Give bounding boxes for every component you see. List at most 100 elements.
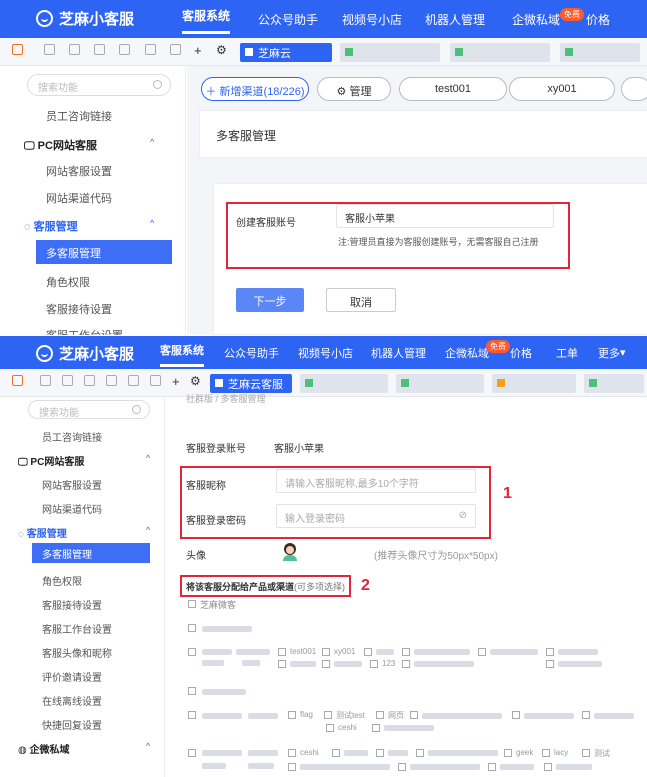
channel-checkbox[interactable] xyxy=(288,711,296,719)
sidebar-item[interactable]: 网站客服设置 xyxy=(42,477,102,492)
channel-checkbox[interactable] xyxy=(488,763,496,771)
channel-checkbox[interactable] xyxy=(376,711,384,719)
sidebar-item[interactable]: 网站渠道代码 xyxy=(46,190,112,206)
chevron-up-icon[interactable]: ^ xyxy=(146,741,150,751)
next-button[interactable]: 下一步 xyxy=(236,288,304,312)
sidebar-item[interactable]: 客服工作台设置 xyxy=(46,327,123,335)
tab-tool-icon[interactable] xyxy=(150,375,161,386)
tab-tool-icon[interactable] xyxy=(84,375,95,386)
channel-checkbox[interactable] xyxy=(288,763,296,771)
sidebar-search[interactable]: 搜索功能 xyxy=(27,74,171,96)
tab-tool-icon[interactable] xyxy=(40,375,51,386)
nav-robot[interactable]: 机器人管理 xyxy=(425,0,485,38)
tab-blurred[interactable] xyxy=(492,374,576,393)
tab-blurred[interactable] xyxy=(560,43,640,62)
channel-checkbox[interactable] xyxy=(376,749,384,757)
tab-tool-icon[interactable] xyxy=(12,375,23,386)
tab-tool-icon[interactable] xyxy=(128,375,139,386)
nav-video-shop[interactable]: 视频号小店 xyxy=(298,336,353,369)
sidebar-group-pc[interactable]: 🖵 PC网站客服 xyxy=(24,137,97,153)
product-checkbox[interactable] xyxy=(188,749,196,757)
channel-checkbox[interactable] xyxy=(542,749,550,757)
sidebar-group-service[interactable]: ◌ 客服管理 xyxy=(24,218,78,234)
tab-blurred[interactable] xyxy=(396,374,484,393)
sidebar-group-pc[interactable]: 🖵 PC网站客服 xyxy=(18,453,84,468)
sidebar-item[interactable]: 客服头像和昵称 xyxy=(42,645,112,660)
channel-checkbox[interactable] xyxy=(372,724,380,732)
nav-price[interactable]: 价格 xyxy=(586,0,610,38)
brand-logo[interactable]: 芝麻小客服 xyxy=(36,8,134,29)
channel-checkbox[interactable] xyxy=(546,648,554,656)
add-tab-icon[interactable]: + xyxy=(194,43,202,58)
channel-checkbox[interactable] xyxy=(402,660,410,668)
tab-tool-icon[interactable] xyxy=(94,44,105,55)
sidebar-group-service[interactable]: ◌ 客服管理 xyxy=(18,525,67,540)
settings-icon[interactable]: ⚙ xyxy=(190,374,201,388)
product-checkbox[interactable] xyxy=(188,711,196,719)
channel-checkbox[interactable] xyxy=(288,749,296,757)
product-checkbox[interactable] xyxy=(188,648,196,656)
cancel-button[interactable]: 取消 xyxy=(326,288,396,312)
nav-wecom[interactable]: 企微私域 xyxy=(512,0,560,38)
chevron-up-icon[interactable]: ^ xyxy=(150,137,154,147)
chevron-up-icon[interactable]: ^ xyxy=(146,453,150,463)
add-tab-icon[interactable]: + xyxy=(172,374,180,389)
sidebar-item[interactable]: 角色权限 xyxy=(46,274,90,290)
avatar[interactable] xyxy=(282,543,298,561)
sidebar-item[interactable]: 快捷回复设置 xyxy=(42,717,102,732)
channel-checkbox[interactable] xyxy=(402,648,410,656)
nav-service-system[interactable]: 客服系统 xyxy=(182,0,231,34)
sidebar-item[interactable]: 在线离线设置 xyxy=(42,693,102,708)
tab-blurred[interactable] xyxy=(450,43,550,62)
channel-checkbox[interactable] xyxy=(478,648,486,656)
tab-tool-icon[interactable] xyxy=(119,44,130,55)
nav-service-system[interactable]: 客服系统 xyxy=(160,336,204,367)
tab-tool-icon[interactable] xyxy=(12,44,23,55)
channel-checkbox[interactable] xyxy=(398,763,406,771)
channel-checkbox[interactable] xyxy=(582,711,590,719)
nav-video-shop[interactable]: 视频号小店 xyxy=(342,0,402,38)
tab-blurred[interactable] xyxy=(584,374,644,393)
channel-pill[interactable]: test001 xyxy=(399,77,507,101)
channel-checkbox[interactable] xyxy=(332,749,340,757)
product-checkbox[interactable] xyxy=(188,687,196,695)
add-channel-button[interactable]: ＋ 新增渠道(18/226) xyxy=(201,77,309,101)
tab-tool-icon[interactable] xyxy=(62,375,73,386)
tab-tool-icon[interactable] xyxy=(145,44,156,55)
nav-ticket[interactable]: 工单 xyxy=(556,336,578,369)
tab-tool-icon[interactable] xyxy=(44,44,55,55)
brand-logo[interactable]: 芝麻小客服 xyxy=(36,343,134,364)
channel-checkbox[interactable] xyxy=(322,648,330,656)
tab-active[interactable]: 芝麻云 xyxy=(240,43,332,62)
sidebar-group-wecom[interactable]: ◍ 企微私域 xyxy=(18,741,70,756)
channel-checkbox[interactable] xyxy=(416,749,424,757)
channel-checkbox[interactable] xyxy=(410,711,418,719)
sidebar-item-selected[interactable]: 多客服管理 xyxy=(32,543,150,563)
channel-checkbox[interactable] xyxy=(546,660,554,668)
nav-official-account[interactable]: 公众号助手 xyxy=(224,336,279,369)
channel-pill[interactable] xyxy=(621,77,647,101)
channel-checkbox[interactable] xyxy=(582,749,590,757)
sidebar-item[interactable]: 员工咨询链接 xyxy=(46,108,112,124)
nav-official-account[interactable]: 公众号助手 xyxy=(258,0,318,38)
channel-checkbox[interactable] xyxy=(324,711,332,719)
sidebar-item[interactable]: 客服接待设置 xyxy=(42,597,102,612)
nav-price[interactable]: 价格 xyxy=(510,336,532,369)
nav-more[interactable]: 更多 ▾ xyxy=(598,336,626,369)
tab-tool-icon[interactable] xyxy=(106,375,117,386)
sidebar-item[interactable]: 网站客服设置 xyxy=(46,163,112,179)
sidebar-item[interactable]: 角色权限 xyxy=(42,573,82,588)
channel-checkbox[interactable] xyxy=(322,660,330,668)
nav-wecom[interactable]: 企微私域 xyxy=(445,336,489,369)
settings-icon[interactable]: ⚙ xyxy=(216,43,227,57)
chevron-up-icon[interactable]: ^ xyxy=(146,525,150,535)
channel-checkbox[interactable] xyxy=(364,648,372,656)
product-checkbox[interactable] xyxy=(188,624,196,632)
manage-button[interactable]: ⚙ 管理 xyxy=(317,77,391,101)
eye-off-icon[interactable]: ⊘ xyxy=(459,510,467,521)
sidebar-item-selected[interactable]: 多客服管理 xyxy=(36,240,172,264)
product-checkbox[interactable] xyxy=(188,600,196,608)
tab-blurred[interactable] xyxy=(300,374,388,393)
sidebar-item[interactable]: 员工咨询链接 xyxy=(42,429,102,444)
channel-pill[interactable]: xy001 xyxy=(509,77,615,101)
